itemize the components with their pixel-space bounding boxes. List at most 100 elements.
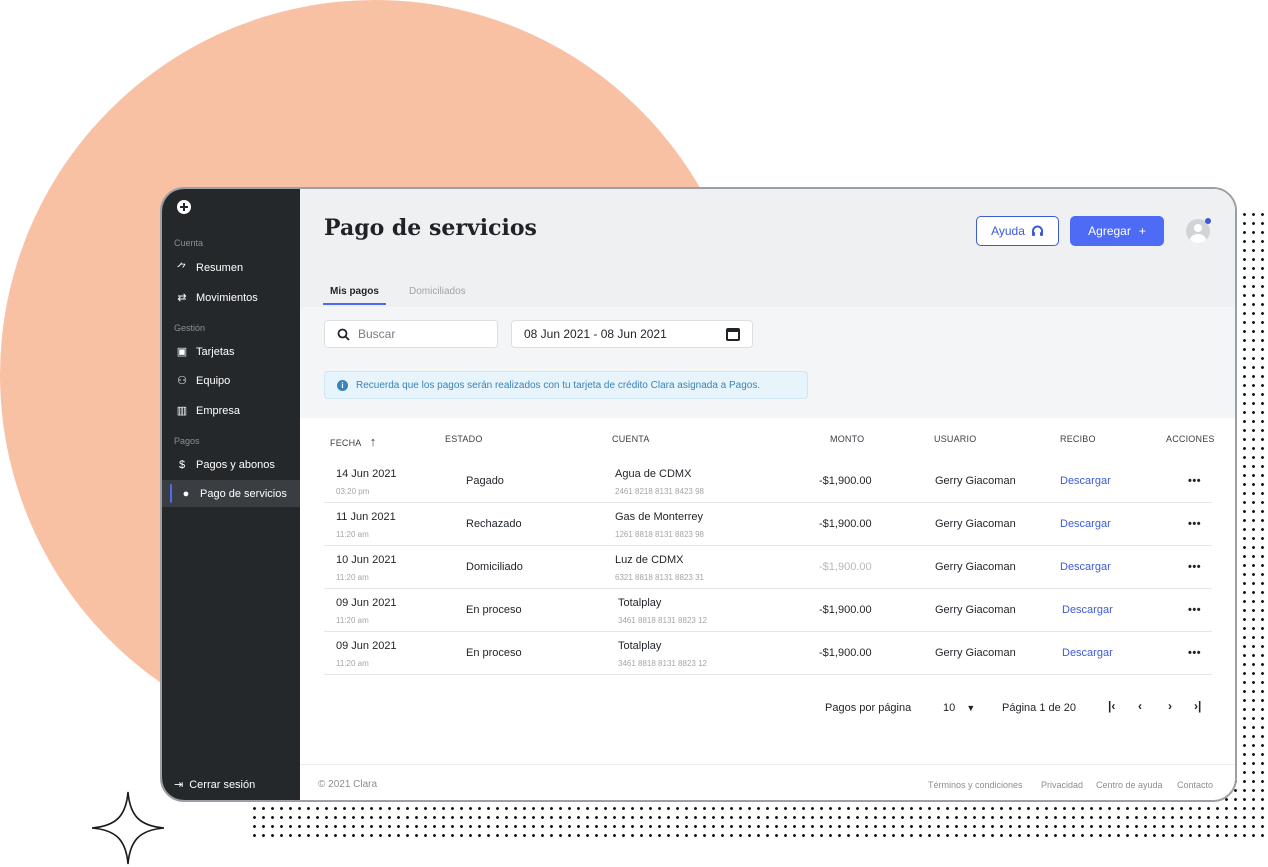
footer: © 2021 Clara Términos y condiciones Priv…	[300, 764, 1235, 800]
dollar-icon: $	[178, 458, 186, 471]
team-icon: ⚇	[177, 375, 187, 387]
row-account: Gas de Monterrey	[615, 511, 704, 523]
table-row[interactable]: 09 Jun 2021 11:20 am En proceso Totalpla…	[324, 632, 1212, 675]
info-banner-text: Recuerda que los pagos serán realizados …	[356, 379, 761, 391]
notification-dot	[1205, 218, 1211, 224]
column-header-estado: ESTADO	[445, 434, 483, 444]
sidebar-item-empresa[interactable]: ▥ Empresa	[162, 397, 300, 424]
row-user: Gerry Giacoman	[935, 561, 1016, 573]
plus-icon: +	[1138, 224, 1146, 238]
page-title: Pago de servicios	[324, 215, 537, 241]
download-receipt-link[interactable]: Descargar	[1060, 475, 1111, 487]
row-status: Domiciliado	[466, 561, 523, 573]
row-amount: -$1,900.00	[819, 647, 872, 659]
row-account-number: 1261 8818 8131 8823 98	[615, 530, 704, 539]
column-header-acciones: ACCIONES	[1166, 434, 1215, 444]
sidebar-item-movimientos[interactable]: ⇄ Movimientos	[162, 284, 300, 311]
last-page-icon[interactable]: ›|	[1194, 699, 1201, 713]
table-row[interactable]: 11 Jun 2021 11:20 am Rechazado Gas de Mo…	[324, 503, 1212, 546]
row-user: Gerry Giacoman	[935, 518, 1016, 530]
tab-mis-pagos[interactable]: Mis pagos	[323, 286, 386, 305]
caret-down-icon: ▼	[966, 703, 976, 713]
add-button[interactable]: Agregar +	[1070, 216, 1164, 246]
row-user: Gerry Giacoman	[935, 604, 1016, 616]
row-time: 11:20 am	[336, 659, 369, 668]
search-input[interactable]: Buscar	[324, 320, 498, 348]
page-label: Página	[1002, 702, 1037, 714]
trend-icon: ⺈	[176, 262, 188, 275]
prev-page-icon[interactable]: ‹	[1138, 699, 1142, 713]
per-page-select[interactable]: 10 ▼	[943, 702, 975, 714]
main-content: Pago de servicios Ayuda Agregar + Mis pa…	[300, 189, 1235, 800]
logout-button[interactable]: ⇥ Cerrar sesión	[174, 778, 256, 792]
table-row[interactable]: 14 Jun 2021 03:20 pm Pagado Agua de CDMX…	[324, 460, 1212, 503]
row-amount: -$1,900.00	[819, 518, 872, 530]
copyright: © 2021 Clara	[318, 779, 378, 790]
download-receipt-link[interactable]: Descargar	[1062, 647, 1113, 659]
column-header-usuario: USUARIO	[934, 434, 977, 444]
more-actions-icon[interactable]: •••	[1188, 604, 1201, 616]
bulb-icon: ●	[182, 487, 190, 500]
more-actions-icon[interactable]: •••	[1188, 647, 1201, 659]
info-icon: i	[337, 379, 348, 391]
sidebar-item-pago-de-servicios[interactable]: ● Pago de servicios	[162, 480, 300, 507]
row-account: Totalplay	[618, 597, 662, 609]
per-page-value: 10	[943, 702, 956, 714]
tab-domiciliados[interactable]: Domiciliados	[409, 286, 466, 297]
download-receipt-link[interactable]: Descargar	[1062, 604, 1113, 616]
add-button-label: Agregar	[1088, 224, 1131, 238]
row-account-number: 3461 8818 8131 8823 12	[618, 616, 707, 625]
first-page-icon[interactable]: |‹	[1108, 699, 1115, 713]
row-account: Luz de CDMX	[615, 554, 684, 566]
row-amount: -$1,900.00	[819, 604, 872, 616]
table-row[interactable]: 10 Jun 2021 11:20 am Domiciliado Luz de …	[324, 546, 1212, 589]
sidebar-section-gestion: Gestión	[174, 323, 206, 333]
sidebar-item-pagos-y-abonos[interactable]: $ Pagos y abonos	[162, 451, 300, 478]
row-status: En proceso	[466, 647, 522, 659]
footer-link-terminos[interactable]: Términos y condiciones	[928, 780, 1023, 790]
page-value: 1 de 20	[1039, 702, 1077, 714]
footer-link-privacidad[interactable]: Privacidad	[1041, 780, 1083, 790]
sparkle-icon	[91, 791, 165, 865]
search-placeholder: Buscar	[358, 327, 396, 341]
search-icon	[337, 328, 350, 341]
sort-up-icon[interactable]: ↑	[370, 434, 377, 449]
next-page-icon[interactable]: ›	[1168, 699, 1172, 713]
sidebar: Cuenta ⺈ Resumen ⇄ Movimientos Gestión ▣…	[162, 189, 300, 800]
sidebar-item-label: Resumen	[196, 261, 244, 274]
date-range-picker[interactable]: 08 Jun 2021 - 08 Jun 2021	[511, 320, 753, 348]
column-header-fecha[interactable]: FECHA ↑	[330, 434, 376, 449]
row-status: En proceso	[466, 604, 522, 616]
logout-label: Cerrar sesión	[189, 778, 256, 791]
column-header-label: FECHA	[330, 438, 362, 448]
row-date: 09 Jun 2021	[336, 640, 397, 652]
footer-link-centro-de-ayuda[interactable]: Centro de ayuda	[1096, 780, 1163, 790]
footer-link-contacto[interactable]: Contacto	[1177, 780, 1213, 790]
info-banner: i Recuerda que los pagos serán realizado…	[324, 371, 808, 399]
sidebar-item-label: Pagos y abonos	[196, 458, 275, 471]
calendar-icon[interactable]	[726, 327, 740, 341]
more-actions-icon[interactable]: •••	[1188, 475, 1201, 487]
sidebar-item-equipo[interactable]: ⚇ Equipo	[162, 367, 300, 394]
headset-icon	[1031, 225, 1043, 236]
clara-logo-icon[interactable]	[177, 200, 191, 214]
row-account: Totalplay	[618, 640, 662, 652]
download-receipt-link[interactable]: Descargar	[1060, 518, 1111, 530]
row-date: 09 Jun 2021	[336, 597, 397, 609]
row-time: 11:20 am	[336, 616, 369, 625]
row-time: 11:20 am	[336, 530, 369, 539]
help-button[interactable]: Ayuda	[976, 216, 1059, 246]
more-actions-icon[interactable]: •••	[1188, 561, 1201, 573]
sidebar-item-resumen[interactable]: ⺈ Resumen	[162, 254, 300, 281]
table-row[interactable]: 09 Jun 2021 11:20 am En proceso Totalpla…	[324, 589, 1212, 632]
row-date: 14 Jun 2021	[336, 468, 397, 480]
row-account: Agua de CDMX	[615, 468, 692, 480]
download-receipt-link[interactable]: Descargar	[1060, 561, 1111, 573]
more-actions-icon[interactable]: •••	[1188, 518, 1201, 530]
transfer-icon: ⇄	[177, 292, 187, 304]
sidebar-item-label: Empresa	[196, 404, 241, 417]
row-user: Gerry Giacoman	[935, 475, 1016, 487]
date-range-value: 08 Jun 2021 - 08 Jun 2021	[524, 327, 667, 341]
sidebar-item-tarjetas[interactable]: ▣ Tarjetas	[162, 338, 300, 365]
column-header-monto: MONTO	[830, 434, 865, 444]
